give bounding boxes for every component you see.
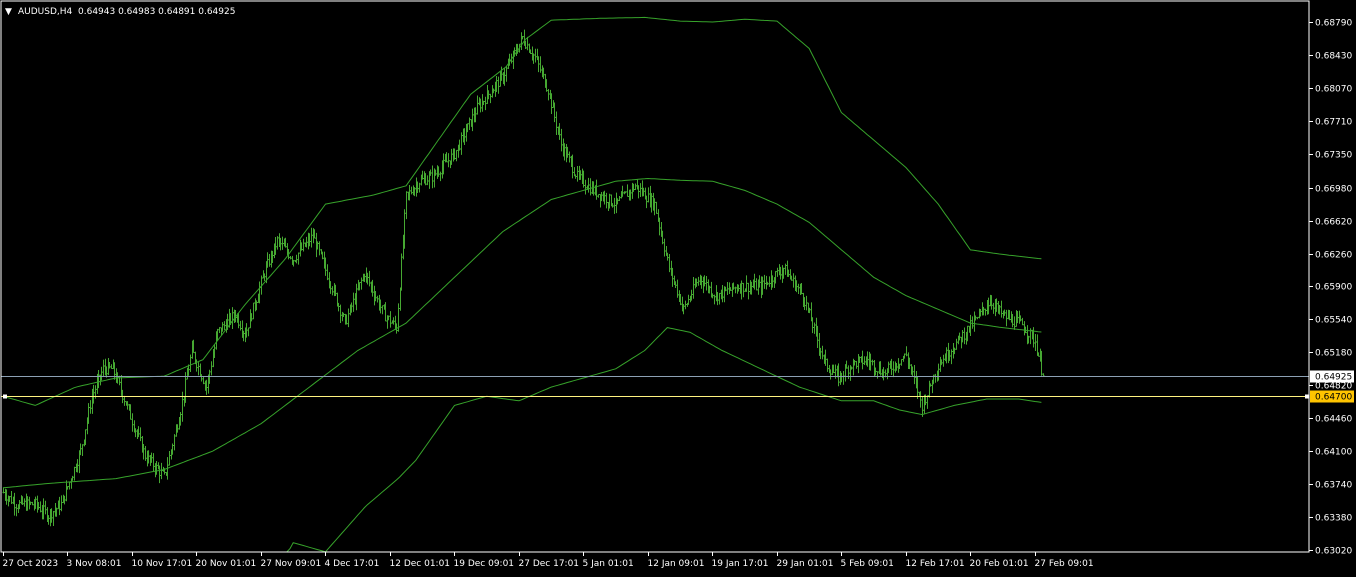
time-tick-label: 27 Oct 2023 [3, 559, 59, 569]
price-tick-label: 0.65180 [1315, 349, 1352, 359]
price-tick-label: 0.66620 [1315, 218, 1352, 228]
time-tick-label: 4 Dec 17:01 [325, 559, 380, 569]
price-tick-label: 0.63740 [1315, 481, 1352, 491]
time-tick-label: 10 Nov 17:01 [132, 559, 193, 569]
price-tick-label: 0.67710 [1315, 118, 1352, 128]
price-tick-label: 0.68790 [1315, 19, 1352, 29]
time-tick-label: 29 Jan 01:01 [777, 559, 834, 569]
price-tick-label: 0.64820 [1315, 382, 1352, 392]
price-tick-label: 0.64460 [1315, 415, 1352, 425]
price-tick-label: 0.63380 [1315, 514, 1352, 524]
collapse-arrow-icon[interactable]: ▼ [5, 7, 12, 17]
chart-header: ▼ AUDUSD,H4 0.64943 0.64983 0.64891 0.64… [5, 7, 235, 17]
time-tick-label: 27 Nov 09:01 [261, 559, 322, 569]
time-tick-label: 27 Dec 17:01 [519, 559, 580, 569]
time-tick-label: 20 Feb 01:01 [970, 559, 1029, 569]
symbol-label: AUDUSD,H4 [18, 7, 73, 17]
price-tick-label: 0.68430 [1315, 52, 1352, 62]
time-tick-label: 19 Jan 17:01 [712, 559, 769, 569]
price-tick-label: 0.67350 [1315, 151, 1352, 161]
time-tick-label: 12 Dec 01:01 [390, 559, 451, 569]
ohlc-values: 0.64943 0.64983 0.64891 0.64925 [78, 7, 235, 17]
level-handle-left[interactable] [3, 394, 7, 399]
chart-canvas[interactable]: 0.68790 0.68430 0.68070 0.67710 0.67350 0.669… [0, 0, 1356, 573]
price-tick-label: 0.66980 [1315, 185, 1352, 195]
time-tick-label: 19 Dec 09:01 [454, 559, 515, 569]
current-price-tag-label: 0.64925 [1315, 373, 1352, 383]
time-tick-label: 5 Feb 09:01 [841, 559, 894, 569]
time-tick-label: 20 Nov 01:01 [196, 559, 257, 569]
level-price-tag-label: 0.64700 [1315, 393, 1352, 403]
price-tick-label: 0.68070 [1315, 85, 1352, 95]
time-tick-label: 3 Nov 08:01 [67, 559, 122, 569]
time-tick-label: 12 Jan 09:01 [648, 559, 705, 569]
price-tick-label: 0.64100 [1315, 448, 1352, 458]
price-tick-label: 0.63020 [1315, 547, 1352, 557]
time-tick-label: 27 Feb 09:01 [1035, 559, 1094, 569]
level-handle-right[interactable] [1305, 394, 1309, 399]
chart-window: 0.68790 0.68430 0.68070 0.67710 0.67350 0.669… [0, 0, 1356, 573]
time-tick-label: 5 Jan 01:01 [583, 559, 634, 569]
price-tick-label: 0.66260 [1315, 251, 1352, 261]
price-tick-label: 0.65900 [1315, 283, 1352, 293]
price-tick-label: 0.65540 [1315, 316, 1352, 326]
time-tick-label: 12 Feb 17:01 [906, 559, 965, 569]
